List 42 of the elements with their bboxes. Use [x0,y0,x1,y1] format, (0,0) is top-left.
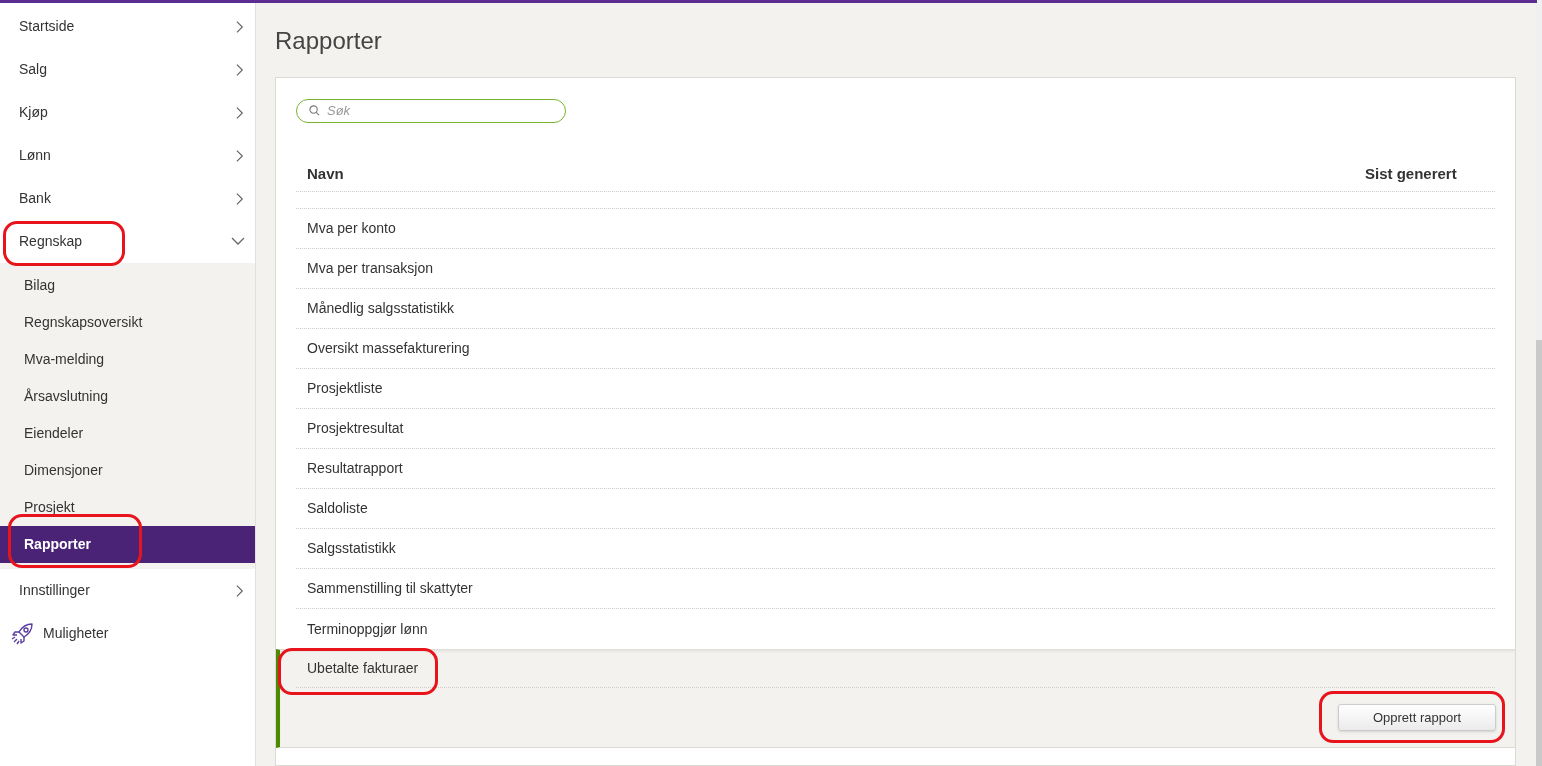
sidebar-item[interactable]: Bank [0,177,255,220]
table-row[interactable]: Prosjektliste [296,369,1495,409]
submenu-item[interactable]: Prosjekt [0,489,255,526]
table-row[interactable]: Mva per konto [296,209,1495,249]
create-report-button[interactable]: Opprett rapport [1338,704,1496,731]
chevron-right-icon [236,19,245,34]
table-row[interactable]: Ubetalte fakturaer [296,650,1495,688]
column-header[interactable]: Navn [296,162,1355,185]
table-row[interactable]: Saldoliste [296,489,1495,529]
search-icon [309,105,320,116]
chevron-right-icon [236,148,245,163]
chevron-down-icon [231,237,245,246]
table-row[interactable]: Resultatrapport [296,449,1495,489]
sidebar-item[interactable]: Regnskap [0,220,255,263]
submenu-item[interactable]: Rapporter [0,526,255,563]
chevron-right-icon [236,105,245,120]
table-row[interactable]: Sammenstilling til skattyter [296,569,1495,609]
page-title: Rapporter [275,26,383,56]
chevron-right-icon [236,62,245,77]
submenu-item[interactable]: Eiendeler [0,415,255,452]
sidebar-item[interactable]: Muligheter [0,612,255,655]
table-row[interactable]: Mva per transaksjon [296,249,1495,289]
table-row[interactable]: Prosjektresultat [296,409,1495,449]
search-field[interactable]: Søk [296,98,566,123]
table-row[interactable]: Terminoppgjør lønn [296,609,1495,649]
sidebar-item[interactable]: Kjøp [0,91,255,134]
submenu-item[interactable]: Regnskapsoversikt [0,304,255,341]
column-header[interactable]: Sist generert [1355,162,1495,185]
chevron-right-icon [236,583,245,598]
table-row[interactable]: Månedlig salgsstatistikk [296,289,1495,329]
sidebar-item[interactable]: Innstillinger [0,569,255,612]
sidebar-item[interactable]: Startside [0,5,255,48]
table-row[interactable]: Salgsstatistikk [296,529,1495,569]
sidebar-item[interactable]: Lønn [0,134,255,177]
submenu-item[interactable]: Dimensjoner [0,452,255,489]
rocket-icon [10,621,34,646]
submenu-item[interactable]: Mva-melding [0,341,255,378]
submenu-item[interactable]: Årsavslutning [0,378,255,415]
table-row[interactable]: Oversikt massefakturering [296,329,1495,369]
submenu-item[interactable]: Bilag [0,267,255,304]
chevron-right-icon [236,191,245,206]
sidebar-item[interactable]: Salg [0,48,255,91]
